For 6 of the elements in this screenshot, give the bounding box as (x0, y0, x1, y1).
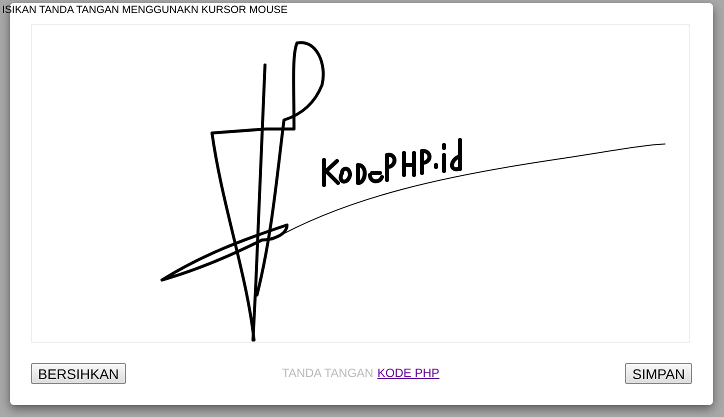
save-button[interactable]: SIMPAN (625, 363, 692, 384)
signature-pad[interactable] (31, 24, 690, 343)
clear-button[interactable]: BERSIHKAN (31, 363, 126, 384)
heading: ISIKAN TANDA TANGAN MENGGUNAKN KURSOR MOUSE (2, 4, 288, 17)
footer-text: TANDA TANGAN (282, 365, 374, 382)
link[interactable]: KODE PHP (377, 364, 440, 382)
